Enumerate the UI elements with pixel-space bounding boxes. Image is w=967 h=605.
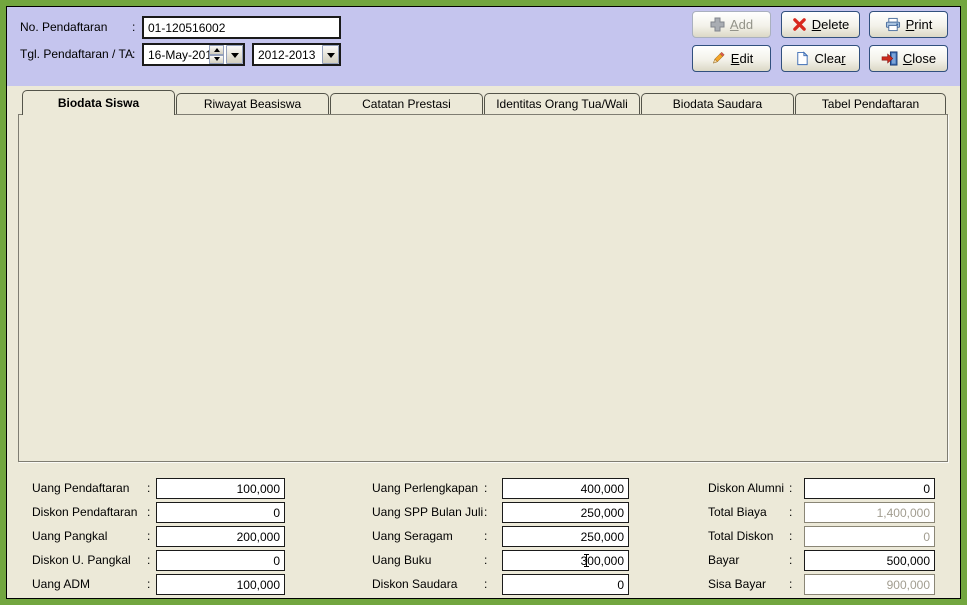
uang-seragam-label: Uang Seragam — [372, 529, 453, 543]
no-pendaftaran-label: No. Pendaftaran — [20, 20, 107, 34]
uang-perlengkapan-field[interactable]: 400,000 — [502, 478, 629, 499]
tgl-pendaftaran-label: Tgl. Pendaftaran / TA — [20, 47, 133, 61]
plus-icon — [710, 17, 725, 32]
colon: : — [147, 505, 150, 519]
colon: : — [147, 481, 150, 495]
chevron-down-icon — [327, 53, 335, 62]
uang-perlengkapan-label: Uang Perlengkapan — [372, 481, 478, 495]
colon: : — [789, 577, 792, 591]
colon: : — [484, 481, 487, 495]
colon: : — [147, 529, 150, 543]
tab-biodata-siswa[interactable]: Biodata Siswa — [22, 90, 175, 115]
tab-identitas-orang-tua[interactable]: Identitas Orang Tua/Wali — [484, 93, 640, 114]
delete-button[interactable]: Delete — [781, 11, 860, 38]
colon: : — [484, 577, 487, 591]
uang-pendaftaran-field[interactable]: 100,000 — [156, 478, 285, 499]
no-pendaftaran-field[interactable]: 01-120516002 — [142, 16, 341, 39]
uang-pendaftaran-label: Uang Pendaftaran — [32, 481, 129, 495]
colon: : — [132, 47, 135, 61]
tgl-pendaftaran-datepicker[interactable]: 16-May-2012 — [142, 43, 245, 66]
clear-button[interactable]: Clear — [781, 45, 860, 72]
diskon-saudara-field[interactable]: 0 — [502, 574, 629, 595]
diskon-alumni-label: Diskon Alumni — [708, 481, 784, 495]
blank-page-icon — [795, 51, 809, 66]
biodata-siswa-panel — [18, 114, 948, 462]
diskon-u-pangkal-field[interactable]: 0 — [156, 550, 285, 571]
total-diskon-label: Total Diskon — [708, 529, 773, 543]
total-diskon-field: 0 — [804, 526, 935, 547]
bayar-label: Bayar — [708, 553, 739, 567]
colon: : — [484, 553, 487, 567]
spinner-up-icon — [209, 45, 224, 55]
printer-icon — [885, 17, 901, 32]
spinner-down-icon — [209, 55, 224, 65]
uang-pangkal-label: Uang Pangkal — [32, 529, 107, 543]
uang-pangkal-field[interactable]: 200,000 — [156, 526, 285, 547]
colon: : — [484, 505, 487, 519]
close-button[interactable]: Close — [869, 45, 948, 72]
sisa-bayar-label: Sisa Bayar — [708, 577, 766, 591]
registration-window: No. Pendaftaran : 01-120516002 Tgl. Pend… — [0, 0, 967, 605]
delete-x-icon — [792, 17, 807, 32]
total-biaya-label: Total Biaya — [708, 505, 767, 519]
uang-adm-field[interactable]: 100,000 — [156, 574, 285, 595]
colon: : — [132, 20, 135, 34]
colon: : — [789, 553, 792, 567]
tahun-ajaran-combo[interactable]: 2012-2013 — [252, 43, 341, 66]
tab-catatan-prestasi[interactable]: Catatan Prestasi — [330, 93, 483, 114]
uang-buku-label: Uang Buku — [372, 553, 431, 567]
dropdown-button[interactable] — [322, 45, 339, 64]
diskon-saudara-label: Diskon Saudara — [372, 577, 457, 591]
diskon-pendaftaran-label: Diskon Pendaftaran — [32, 505, 137, 519]
tab-tabel-pendaftaran[interactable]: Tabel Pendaftaran — [795, 93, 946, 114]
tahun-ajaran-value: 2012-2013 — [258, 48, 315, 62]
add-button[interactable]: Add — [692, 11, 771, 38]
edit-button[interactable]: Edit — [692, 45, 771, 72]
uang-adm-label: Uang ADM — [32, 577, 90, 591]
uang-spp-label: Uang SPP Bulan Juli — [372, 505, 483, 519]
diskon-pendaftaran-field[interactable]: 0 — [156, 502, 285, 523]
diskon-u-pangkal-label: Diskon U. Pangkal — [32, 553, 131, 567]
colon: : — [789, 481, 792, 495]
diskon-alumni-field[interactable]: 0 — [804, 478, 935, 499]
exit-door-icon — [881, 51, 898, 66]
uang-seragam-field[interactable]: 250,000 — [502, 526, 629, 547]
colon: : — [147, 577, 150, 591]
dropdown-button[interactable] — [226, 45, 243, 64]
colon: : — [789, 529, 792, 543]
colon: : — [147, 553, 150, 567]
bayar-field[interactable]: 500,000 — [804, 550, 935, 571]
chevron-down-icon — [231, 53, 239, 62]
tab-biodata-saudara[interactable]: Biodata Saudara — [641, 93, 794, 114]
uang-spp-field[interactable]: 250,000 — [502, 502, 629, 523]
colon: : — [484, 529, 487, 543]
text-cursor-ibeam — [586, 554, 587, 567]
tab-riwayat-beasiswa[interactable]: Riwayat Beasiswa — [176, 93, 329, 114]
uang-buku-field[interactable]: 300,000 — [502, 550, 629, 571]
print-button[interactable]: Print — [869, 11, 948, 38]
sisa-bayar-field: 900,000 — [804, 574, 935, 595]
colon: : — [789, 505, 792, 519]
pencil-icon — [710, 51, 726, 66]
date-spinner[interactable] — [209, 45, 224, 64]
total-biaya-field: 1,400,000 — [804, 502, 935, 523]
